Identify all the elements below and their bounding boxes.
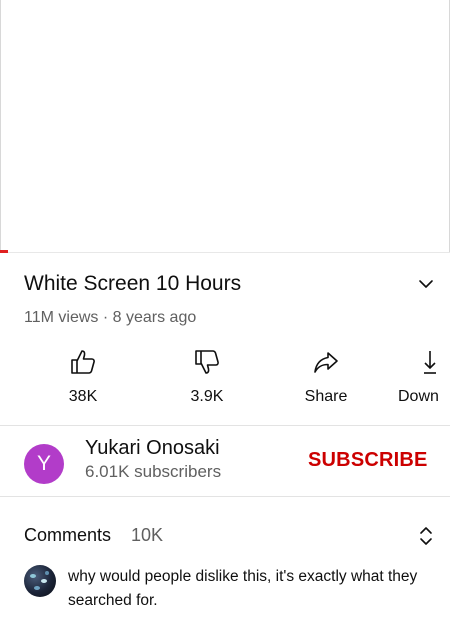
download-button[interactable]: Down	[398, 348, 450, 406]
video-meta: 11M views · 8 years ago	[24, 309, 196, 327]
thumbs-up-icon	[71, 350, 95, 374]
divider-bottom	[0, 496, 450, 497]
download-icon	[424, 351, 436, 374]
player-edge-left	[0, 0, 1, 252]
divider-top	[0, 425, 450, 426]
like-count: 38K	[68, 388, 98, 405]
subscribe-button[interactable]: SUBSCRIBE	[308, 449, 428, 472]
video-player[interactable]	[0, 0, 450, 253]
comments-count: 10K	[131, 525, 164, 545]
share-label: Share	[304, 388, 348, 405]
channel-avatar[interactable]: Y	[24, 444, 64, 484]
comment-text: why would people dislike this, it's exac…	[68, 568, 418, 609]
channel-name[interactable]: Yukari Onosaki	[85, 437, 220, 460]
comments-title[interactable]: Comments	[24, 525, 111, 546]
thumbs-down-icon	[195, 350, 219, 374]
video-title[interactable]: White Screen 10 Hours	[24, 272, 241, 296]
share-button[interactable]: Share	[281, 348, 371, 406]
view-count: 11M views	[24, 309, 99, 326]
meta-separator: ·	[102, 309, 109, 326]
subscriber-count: 6.01K subscribers	[85, 462, 222, 481]
upload-age: 8 years ago	[112, 309, 197, 326]
video-progress-bar[interactable]	[0, 250, 8, 253]
chevron-down-icon[interactable]	[414, 274, 438, 294]
dislike-button[interactable]: 3.9K	[162, 348, 252, 406]
download-label: Down	[398, 388, 439, 405]
dislike-count: 3.9K	[190, 388, 224, 405]
share-arrow-icon	[314, 352, 338, 373]
commenter-avatar[interactable]	[24, 565, 56, 597]
like-button[interactable]: 38K	[38, 348, 128, 406]
expand-collapse-icon[interactable]	[414, 522, 438, 550]
